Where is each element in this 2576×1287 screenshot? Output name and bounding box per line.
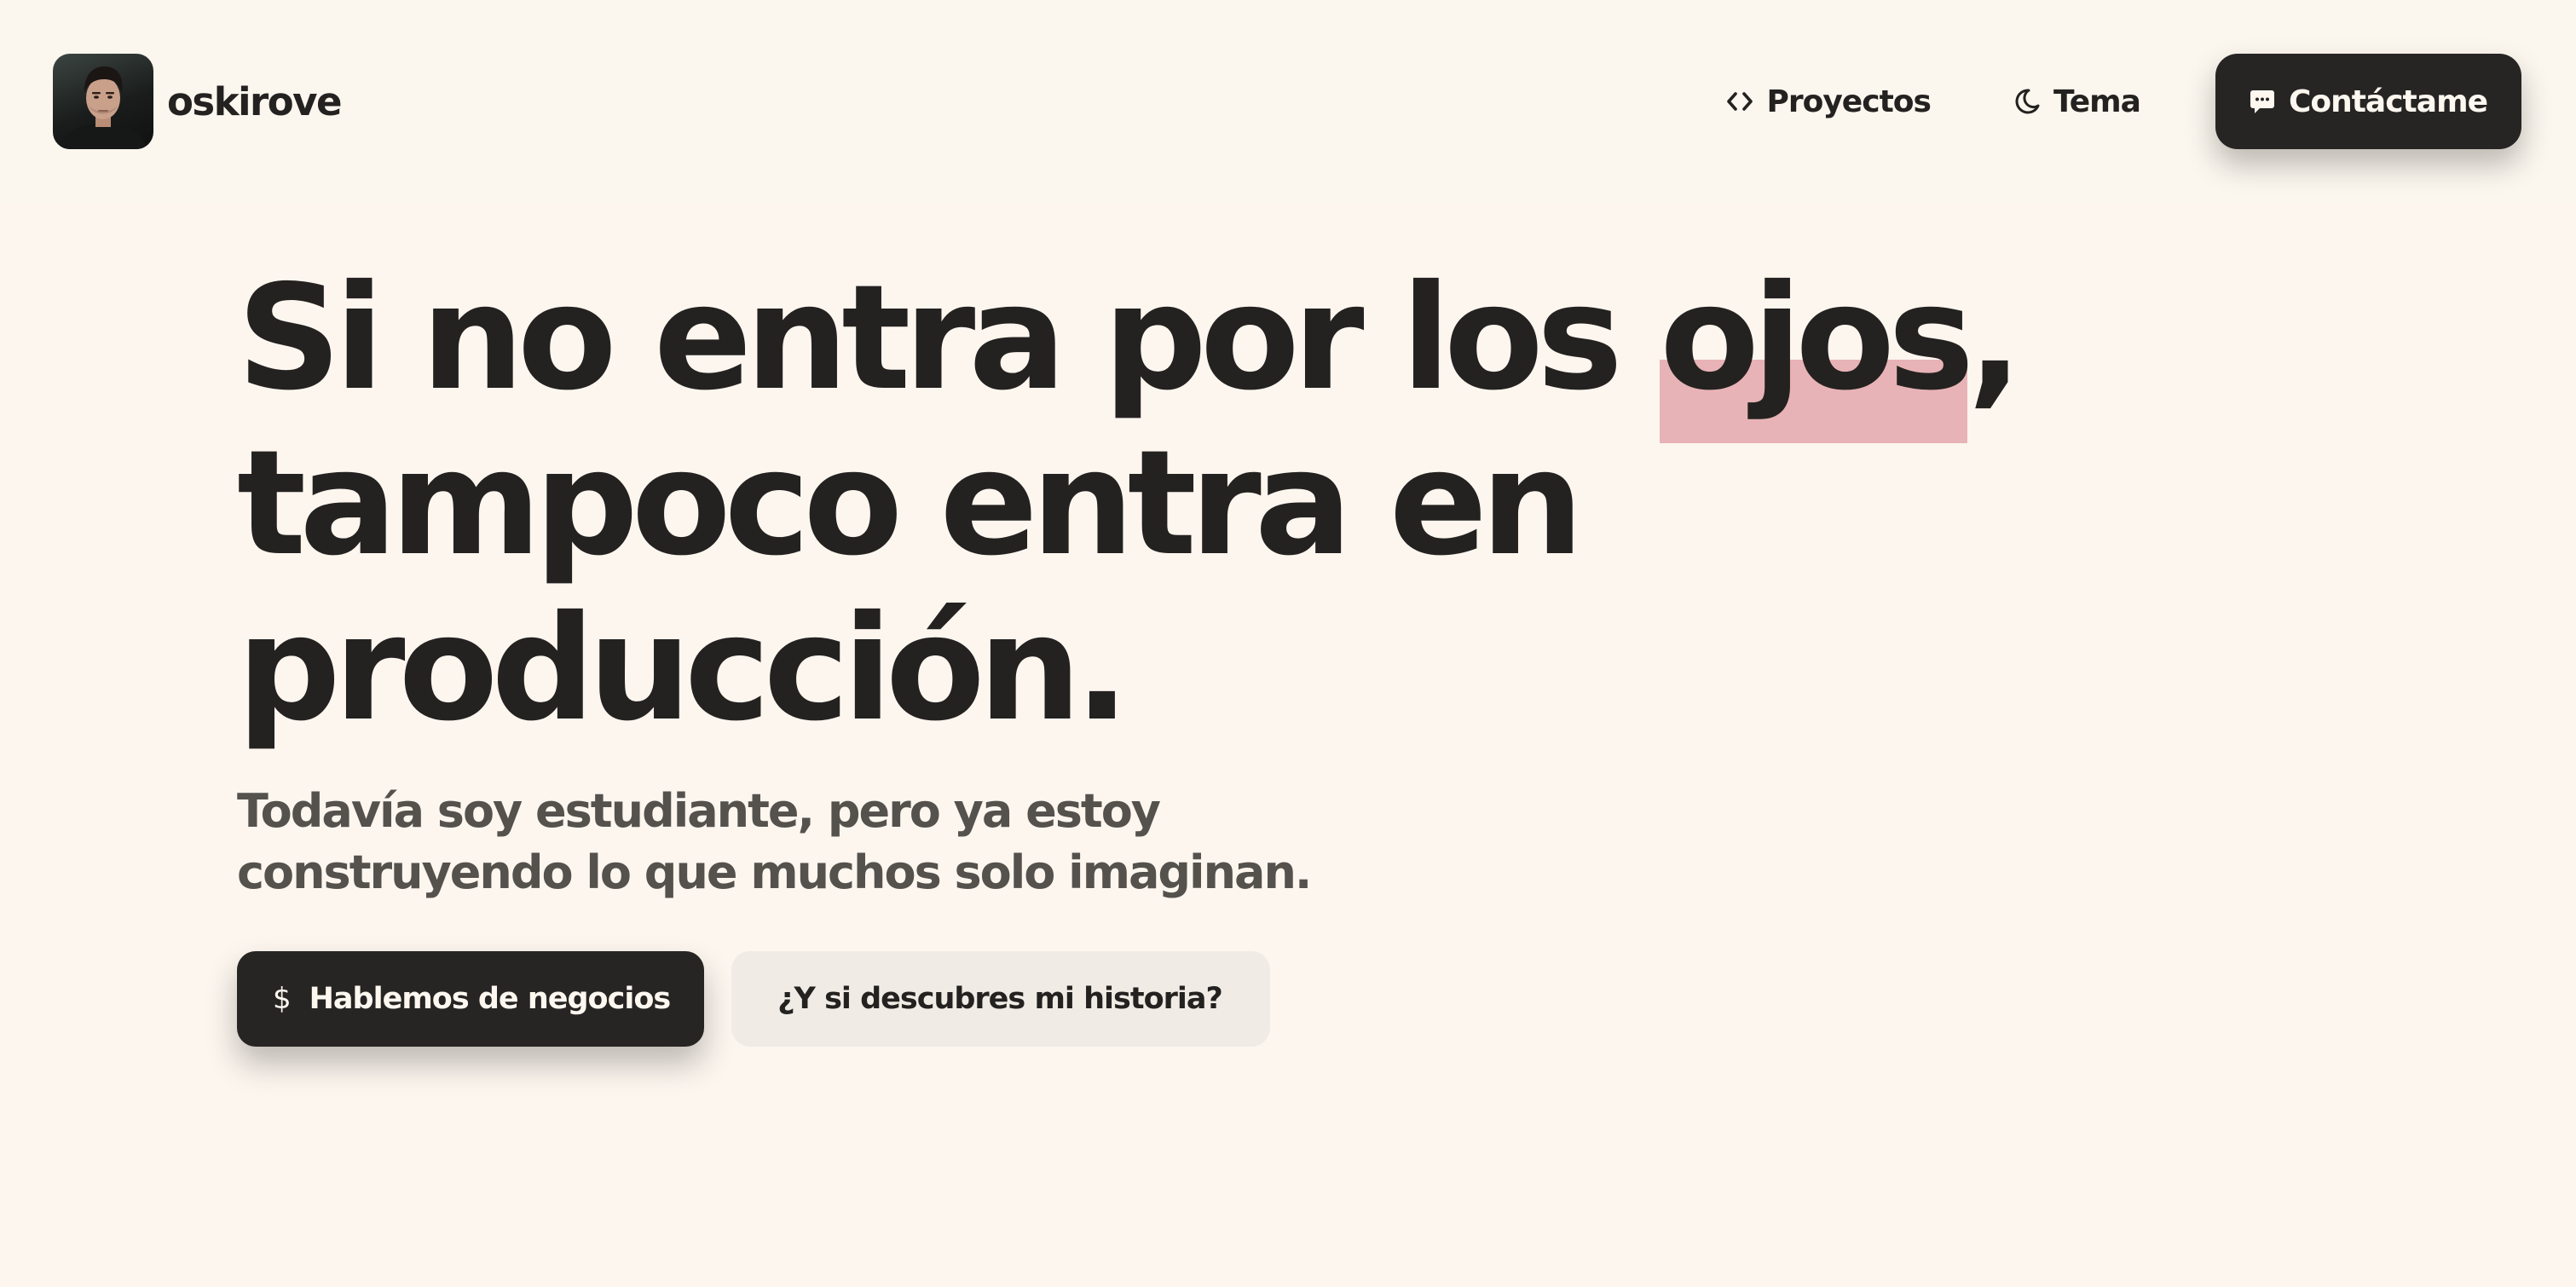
hero-headline: Si no entra por los ojos, tampoco entra … — [237, 254, 2023, 753]
headline-line2: tampoco entra en — [237, 419, 1584, 588]
top-nav: Proyectos Tema Contáctame — [1725, 54, 2521, 149]
headline-line1-end: , — [1967, 254, 2023, 423]
moon-icon — [2015, 89, 2040, 114]
business-contact-button[interactable]: $ Hablemos de negocios — [237, 951, 705, 1047]
nav-projects-label: Proyectos — [1766, 84, 1931, 119]
contact-button-label: Contáctame — [2288, 84, 2488, 119]
site-header: oskirove Proyectos Tema Contáctame — [0, 0, 2576, 205]
brand[interactable]: oskirove — [53, 54, 343, 149]
avatar — [53, 54, 153, 149]
theme-toggle[interactable]: Tema — [2013, 84, 2141, 119]
headline-line1-start: Si no entra por los — [237, 254, 1661, 423]
hero-actions: $ Hablemos de negocios ¿Y si descubres m… — [237, 951, 2016, 1047]
dollar-icon: $ — [273, 982, 292, 1016]
story-button-label: ¿Y si descubres mi historia? — [777, 982, 1223, 1016]
story-button[interactable]: ¿Y si descubres mi historia? — [731, 951, 1270, 1047]
code-icon — [1727, 92, 1753, 111]
avatar-portrait — [60, 66, 147, 149]
hero-subtitle: Todavía soy estudiante, pero ya estoy co… — [237, 784, 1312, 899]
hero-section: Si no entra por los ojos, tampoco entra … — [237, 254, 2023, 1047]
nav-projects-link[interactable]: Proyectos — [1725, 84, 1932, 119]
theme-label: Tema — [2053, 84, 2141, 119]
headline-highlighted-word: ojos — [1660, 254, 1974, 443]
contact-button[interactable]: Contáctame — [2215, 54, 2521, 149]
brand-name: oskirove — [167, 78, 343, 124]
chat-bubble-icon — [2250, 90, 2274, 113]
headline-line3: producción. — [237, 585, 1129, 753]
business-contact-label: Hablemos de negocios — [309, 982, 672, 1016]
